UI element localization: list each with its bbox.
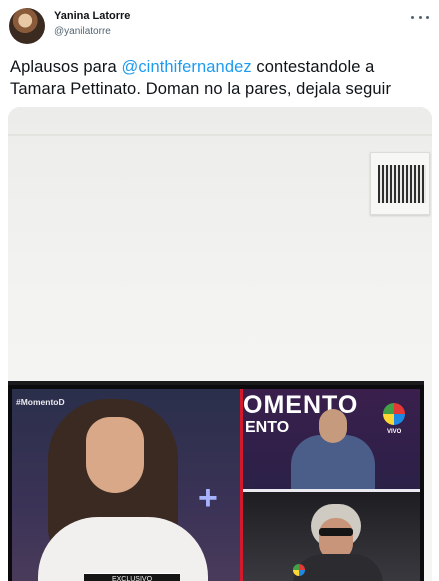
- tweet-media[interactable]: #MomentoD + EXCLUSIVO OMENTO ENTO VIVO: [8, 107, 432, 581]
- tweet: Yanina Latorre @yanilatorre Aplausos par…: [0, 0, 439, 581]
- author-name[interactable]: Yanina Latorre: [54, 10, 130, 22]
- plus-icon: +: [198, 479, 218, 517]
- television: #MomentoD + EXCLUSIVO OMENTO ENTO VIVO: [8, 381, 424, 581]
- tv-show-title-line2: ENTO: [245, 419, 290, 436]
- author-handle[interactable]: @yanilatorre: [54, 26, 111, 37]
- tv-left-panel: #MomentoD + EXCLUSIVO: [12, 389, 240, 581]
- avatar[interactable]: [9, 8, 45, 44]
- guest-body: [293, 554, 383, 581]
- more-dot: [418, 15, 422, 19]
- air-vent-grill: [378, 165, 426, 203]
- tweet-text: Aplausos para @cinthifernandez contestan…: [10, 56, 430, 100]
- tv-screen: #MomentoD + EXCLUSIVO OMENTO ENTO VIVO: [12, 389, 420, 581]
- host-figure: [38, 399, 208, 581]
- channel-logo-icon: [383, 403, 405, 425]
- tweet-text-part: Aplausos para: [10, 58, 122, 76]
- air-vent: [370, 152, 430, 215]
- host-body: [38, 517, 208, 581]
- tv-right-bottom-panel: [243, 492, 420, 581]
- guest-glasses: [319, 528, 353, 536]
- tv-live-label: VIVO: [387, 429, 402, 435]
- tv-lower-third: EXCLUSIVO: [84, 573, 180, 581]
- more-dot: [411, 15, 414, 19]
- channel-logo-small-icon: [293, 564, 305, 576]
- host-face: [86, 417, 144, 493]
- ceiling-line: [8, 134, 432, 136]
- anchor-head: [319, 409, 347, 443]
- more-dot: [426, 15, 429, 19]
- more-icon[interactable]: [411, 10, 429, 24]
- anchor-body: [291, 435, 375, 489]
- mention-link[interactable]: @cinthifernandez: [121, 58, 251, 76]
- tv-right-top-panel: OMENTO ENTO VIVO: [243, 389, 420, 489]
